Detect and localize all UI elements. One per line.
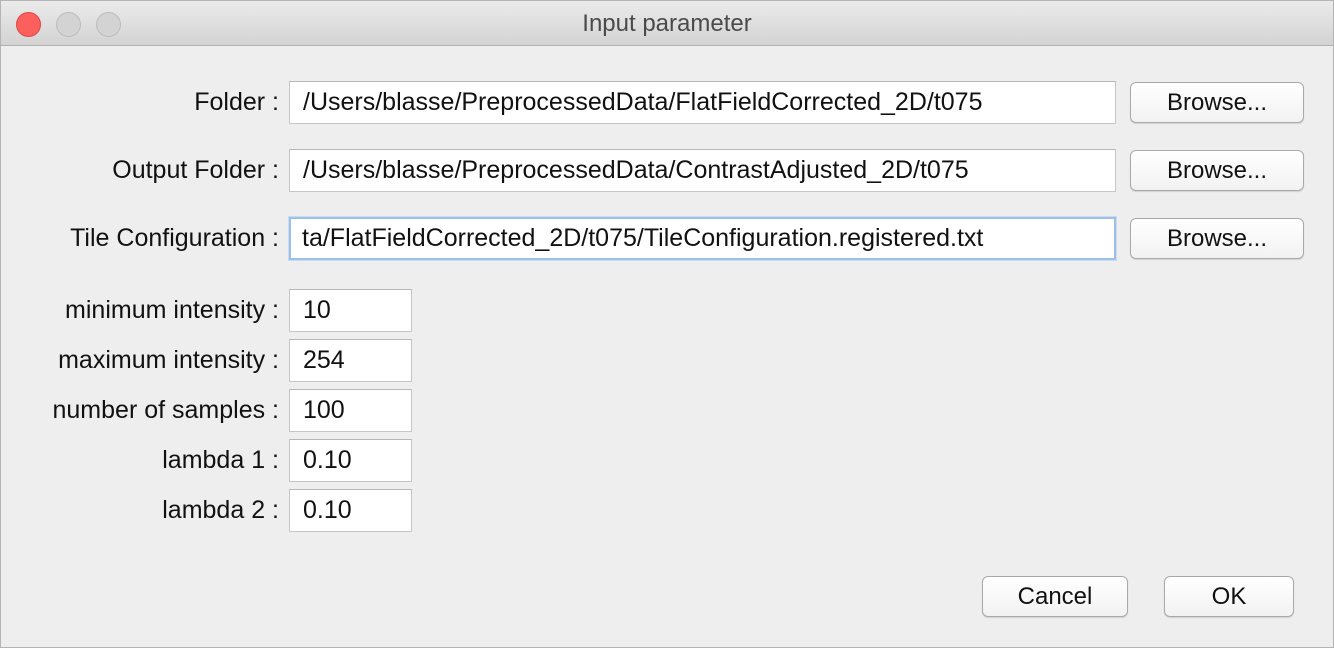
tile-configuration-label: Tile Configuration : (70, 224, 279, 252)
lambda-2-label: lambda 2 : (162, 496, 279, 524)
lambda-2-input[interactable]: 0.10 (289, 489, 412, 532)
lambda-1-input[interactable]: 0.10 (289, 439, 412, 482)
lambda-1-label: lambda 1 : (162, 446, 279, 474)
output-folder-label: Output Folder : (112, 156, 279, 184)
output-folder-browse-button[interactable]: Browse... (1130, 150, 1304, 191)
folder-browse-button[interactable]: Browse... (1130, 82, 1304, 123)
maximum-intensity-input[interactable]: 254 (289, 339, 412, 382)
window-title: Input parameter (582, 10, 752, 37)
title-bar[interactable]: Input parameter (1, 1, 1333, 46)
cancel-button[interactable]: Cancel (982, 576, 1128, 617)
number-of-samples-input[interactable]: 100 (289, 389, 412, 432)
tile-configuration-input[interactable]: ta/FlatFieldCorrected_2D/t075/TileConfig… (289, 217, 1116, 260)
folder-label: Folder : (194, 88, 279, 116)
minimum-intensity-input[interactable]: 10 (289, 289, 412, 332)
tile-configuration-browse-button[interactable]: Browse... (1130, 218, 1304, 259)
folder-input[interactable]: /Users/blasse/PreprocessedData/FlatField… (289, 81, 1116, 124)
minimum-intensity-label: minimum intensity : (65, 296, 279, 324)
number-of-samples-label: number of samples : (52, 396, 280, 424)
output-folder-input[interactable]: /Users/blasse/PreprocessedData/ContrastA… (289, 149, 1116, 192)
ok-button[interactable]: OK (1164, 576, 1294, 617)
dialog-window: Input parameter Folder : /Users/blasse/P… (0, 0, 1334, 648)
maximum-intensity-label: maximum intensity : (58, 346, 279, 374)
